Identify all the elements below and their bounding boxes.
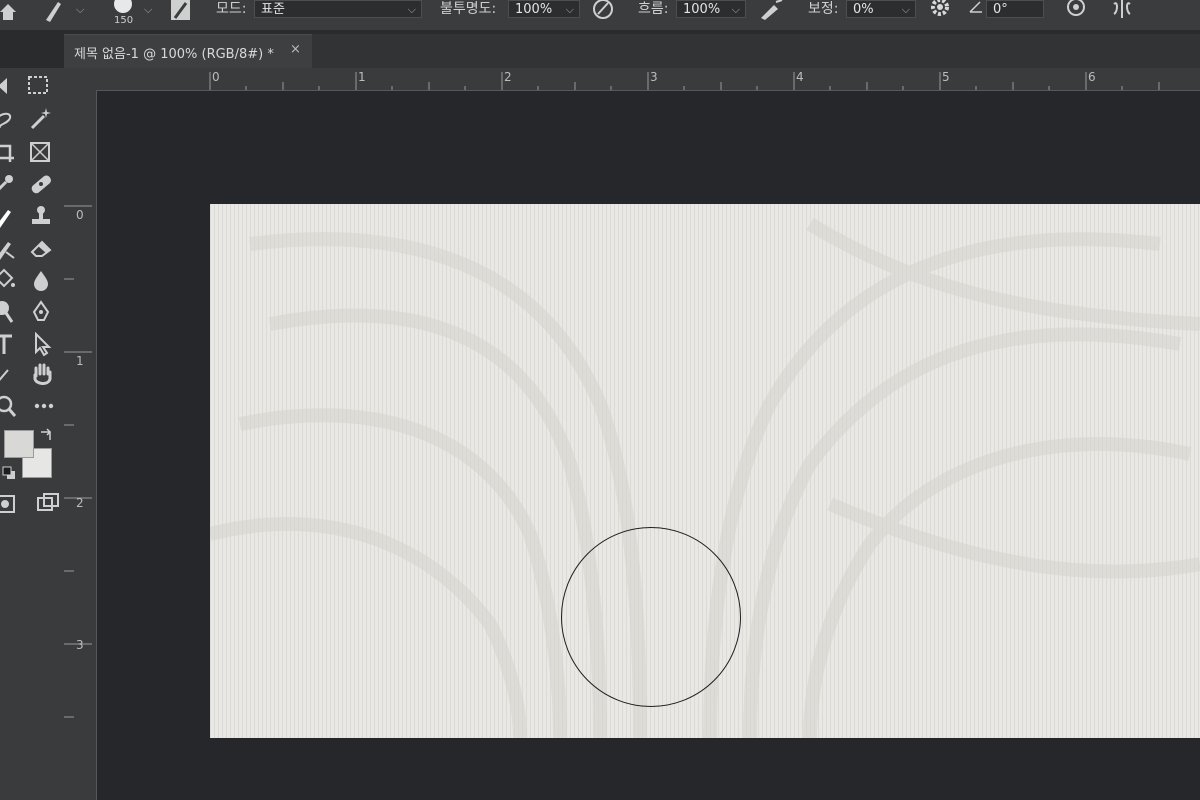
magic-wand-icon[interactable] (28, 106, 54, 132)
eraser-icon[interactable] (28, 236, 54, 262)
opacity-value: 100% (515, 2, 553, 17)
opacity-label: 불투명도: (440, 1, 497, 17)
chevron-down-icon[interactable]: ⌵ (144, 3, 152, 17)
frame-icon[interactable] (28, 140, 54, 166)
document-tab-bar: 제목 없음-1 @ 100% (RGB/8#) * × (64, 34, 1200, 68)
flow-label: 흐름: (638, 1, 669, 17)
ruler-label: 2 (76, 496, 84, 510)
ruler-label: 3 (650, 70, 658, 84)
move-icon[interactable] (0, 74, 20, 100)
more-icon[interactable] (32, 394, 58, 420)
close-icon[interactable]: × (290, 42, 301, 57)
flow-field[interactable]: 100% ⌵ (676, 0, 746, 18)
pressure-opacity-icon[interactable] (592, 0, 616, 22)
ruler-label: 6 (1088, 70, 1096, 84)
chevron-down-icon[interactable]: ⌵ (76, 3, 84, 17)
options-bar: ⌵ 150 ⌵ 모드: 표준 ⌵ 불투명도: 100% ⌵ 흐름: 100% ⌵… (0, 0, 1200, 31)
pen-icon[interactable] (28, 300, 54, 326)
ruler-label: 0 (212, 70, 220, 84)
path-select-icon[interactable] (30, 332, 56, 358)
dodge-icon[interactable] (0, 300, 18, 326)
blur-icon[interactable] (28, 268, 54, 294)
quick-mask-icon[interactable] (0, 492, 20, 518)
ruler-label: 5 (942, 70, 950, 84)
brush-settings-icon[interactable] (170, 0, 192, 22)
type-icon[interactable] (0, 332, 20, 358)
vertical-ruler: 0 1 2 3 (64, 90, 97, 800)
chevron-down-icon: ⌵ (407, 3, 416, 16)
mode-label: 모드: (216, 1, 247, 17)
angle-value: 0° (993, 2, 1008, 17)
foreground-color-swatch[interactable] (4, 430, 34, 458)
brush-size-value: 150 (114, 15, 134, 26)
default-colors-icon[interactable] (2, 466, 16, 480)
hand-icon[interactable] (30, 362, 56, 388)
angle-icon (969, 1, 982, 13)
smoothing-label: 보정: (808, 1, 839, 17)
angle-field[interactable]: 0° (986, 0, 1044, 18)
stamp-icon[interactable] (28, 204, 54, 230)
ruler-label: 0 (76, 208, 84, 222)
document-tab-title: 제목 없음-1 @ 100% (RGB/8#) * (74, 47, 274, 62)
tools-panel (0, 68, 65, 800)
airbrush-icon[interactable] (758, 0, 784, 22)
flow-value: 100% (683, 2, 721, 17)
paint-bucket-icon[interactable] (0, 268, 18, 294)
brush-cursor-outline (561, 527, 741, 707)
crop-icon[interactable] (0, 140, 18, 166)
marquee-icon[interactable] (26, 74, 52, 100)
smoothing-value: 0% (853, 2, 874, 17)
opacity-field[interactable]: 100% ⌵ (508, 0, 580, 18)
symmetry-icon[interactable] (1110, 0, 1134, 20)
line-icon[interactable] (0, 364, 18, 390)
chevron-down-icon: ⌵ (901, 3, 910, 16)
screen-mode-icon[interactable] (36, 492, 62, 518)
chevron-down-icon: ⌵ (565, 3, 574, 16)
ruler-label: 3 (76, 638, 84, 652)
zoom-icon[interactable] (0, 394, 18, 420)
ruler-label: 1 (358, 70, 366, 84)
chevron-down-icon: ⌵ (731, 3, 740, 16)
mode-select[interactable]: 표준 ⌵ (254, 0, 422, 18)
pressure-size-icon[interactable] (1064, 0, 1088, 20)
brush-size-icon[interactable] (112, 0, 134, 16)
smoothing-field[interactable]: 0% ⌵ (846, 0, 916, 18)
healing-icon[interactable] (28, 172, 54, 198)
mode-value: 표준 (261, 2, 285, 17)
home-icon[interactable] (0, 0, 22, 22)
eyedropper-icon[interactable] (0, 172, 18, 198)
ruler-ticks (209, 72, 1160, 90)
brush-icon[interactable] (0, 204, 18, 230)
gear-icon[interactable] (928, 0, 952, 20)
history-brush-icon[interactable] (0, 236, 18, 262)
brush-tool-preset-icon[interactable] (44, 0, 74, 24)
swap-colors-icon[interactable] (38, 428, 54, 444)
ruler-ticks (64, 205, 92, 718)
lasso-icon[interactable] (0, 106, 18, 132)
document-tab[interactable]: 제목 없음-1 @ 100% (RGB/8#) * × (64, 34, 312, 68)
ruler-label: 1 (76, 354, 84, 368)
ruler-label: 2 (504, 70, 512, 84)
horizontal-ruler: 0 1 2 3 4 5 6 (64, 68, 1200, 91)
ruler-label: 4 (796, 70, 804, 84)
